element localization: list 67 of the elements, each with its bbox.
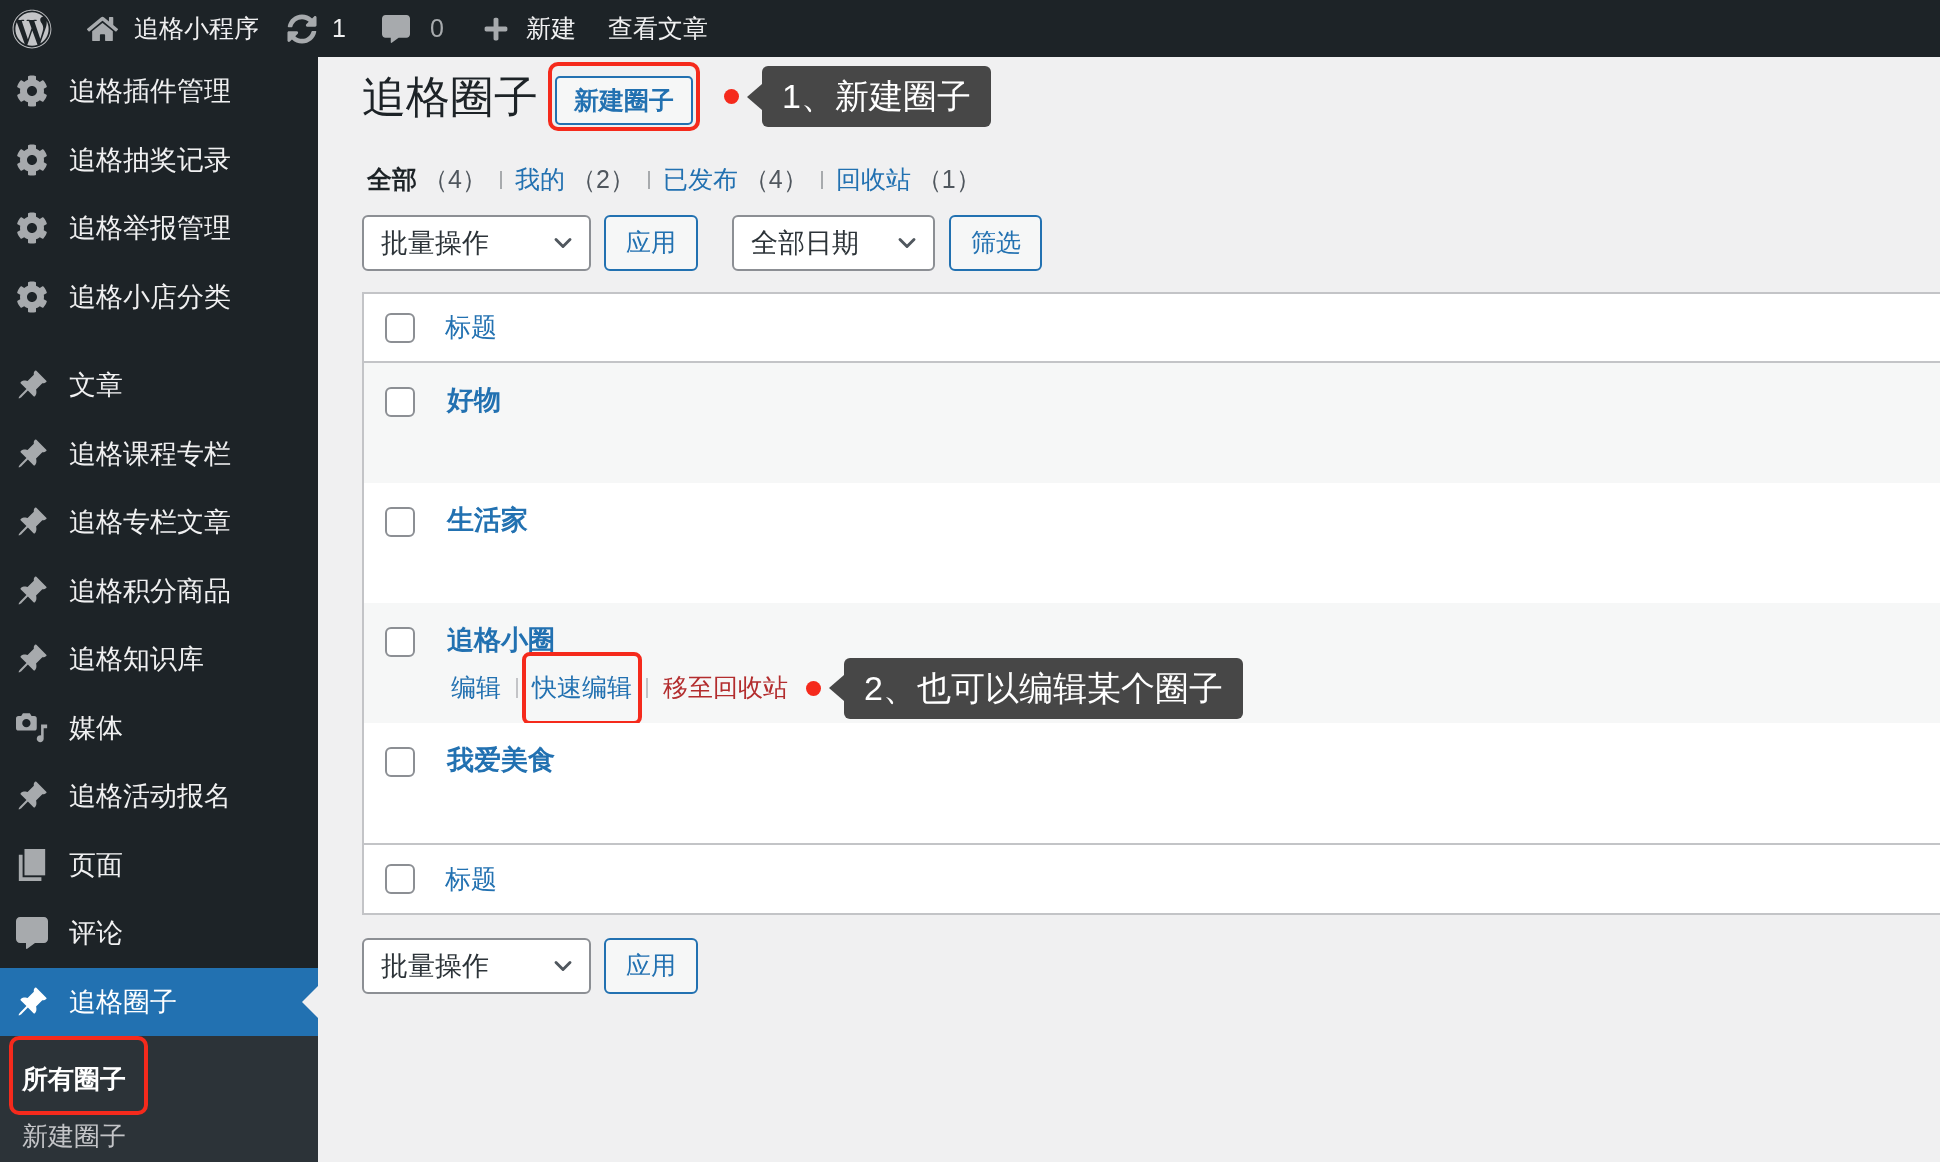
menu-item[interactable]: 追格圈子 — [0, 967, 318, 1036]
camera-and-note-icon — [16, 711, 48, 744]
comment-bubble-icon — [381, 14, 410, 43]
checkbox[interactable] — [385, 747, 415, 777]
updates-link[interactable]: 1 — [286, 9, 346, 48]
view-posts-link[interactable]: 查看文章 — [607, 9, 708, 48]
row-action-link[interactable]: 快速编辑 — [532, 669, 632, 707]
column-header[interactable]: 标题 — [445, 859, 497, 899]
column-header[interactable]: 标题 — [445, 308, 497, 347]
apply-button[interactable]: 应用 — [604, 938, 698, 994]
new-content-link[interactable]: 新建 — [482, 9, 576, 48]
filter-button[interactable]: 筛选 — [949, 215, 1042, 271]
trash-link[interactable]: 移至回收站 — [663, 669, 788, 707]
site-name-link[interactable]: 追格小程序 — [87, 9, 259, 48]
row-action-link[interactable]: 编辑 — [451, 669, 501, 707]
gear-icon — [16, 280, 48, 313]
pushpin-icon — [16, 985, 48, 1018]
checkbox[interactable] — [385, 387, 415, 417]
filter-link[interactable]: 我的 （2） — [514, 161, 635, 199]
pushpin-icon — [16, 437, 48, 470]
menu-item[interactable]: 媒体 — [0, 693, 318, 762]
menu-item[interactable]: 追格知识库 — [0, 625, 318, 694]
menu-item[interactable]: 追格积分商品 — [0, 556, 318, 625]
pushpin-icon — [16, 574, 48, 607]
checkbox[interactable] — [385, 627, 415, 657]
gear-icon — [16, 212, 48, 245]
submenu-item[interactable]: 所有圈子 — [13, 1040, 144, 1111]
menu-item[interactable]: 评论 — [0, 899, 318, 968]
refresh-icon — [286, 13, 318, 44]
row-title-link[interactable]: 好物 — [447, 385, 501, 415]
menu-item[interactable]: 追格插件管理 — [0, 57, 318, 126]
checkbox[interactable] — [385, 507, 415, 537]
filter-link[interactable]: 回收站 （1） — [835, 161, 981, 199]
menu-item[interactable]: 文章 — [0, 351, 318, 420]
pointer-triangle-icon — [302, 985, 318, 1018]
checkbox[interactable] — [385, 864, 415, 894]
row-title-link[interactable]: 我爱美食 — [447, 745, 555, 775]
menu-item[interactable]: 页面 — [0, 830, 318, 899]
site-logo-icon[interactable] — [12, 8, 52, 49]
speech-bubble-icon — [16, 917, 48, 950]
menu-item[interactable]: 追格抽奖记录 — [0, 125, 318, 194]
plus-icon — [482, 15, 509, 42]
row-title-link[interactable]: 追格小圈 — [447, 625, 555, 655]
checkbox[interactable] — [385, 312, 415, 343]
menu-item[interactable]: 追格小店分类 — [0, 262, 318, 331]
apply-button[interactable]: 应用 — [604, 215, 698, 271]
menu-item[interactable]: 追格专栏文章 — [0, 488, 318, 557]
pages-icon — [16, 848, 48, 881]
date-filter-select[interactable]: 全部日期 — [732, 215, 935, 271]
menu-item[interactable]: 追格课程专栏 — [0, 419, 318, 488]
bulk-actions-select[interactable]: 批量操作 — [362, 215, 591, 271]
gear-icon — [16, 143, 48, 176]
menu-item[interactable]: 追格举报管理 — [0, 194, 318, 263]
page-title: 追格圈子 — [362, 74, 538, 119]
filter-link[interactable]: 全部 （4） — [367, 161, 487, 199]
comments-link[interactable]: 0 — [381, 9, 444, 48]
filter-link[interactable]: 已发布 （4） — [662, 161, 808, 199]
tooltip-pointer-icon — [747, 83, 762, 110]
callout-tooltip: 1、新建圈子 — [747, 66, 991, 127]
add-new-button[interactable]: 新建圈子 — [555, 76, 693, 125]
gear-icon — [16, 75, 48, 108]
tooltip-pointer-icon — [829, 675, 844, 701]
menu-item[interactable]: 追格活动报名 — [0, 762, 318, 831]
row-title-link[interactable]: 生活家 — [447, 505, 528, 535]
bulk-actions-select[interactable]: 批量操作 — [362, 938, 591, 994]
submenu-item[interactable]: 新建圈子 — [13, 1119, 144, 1153]
callout-tooltip: 2、也可以编辑某个圈子 — [829, 657, 1243, 719]
